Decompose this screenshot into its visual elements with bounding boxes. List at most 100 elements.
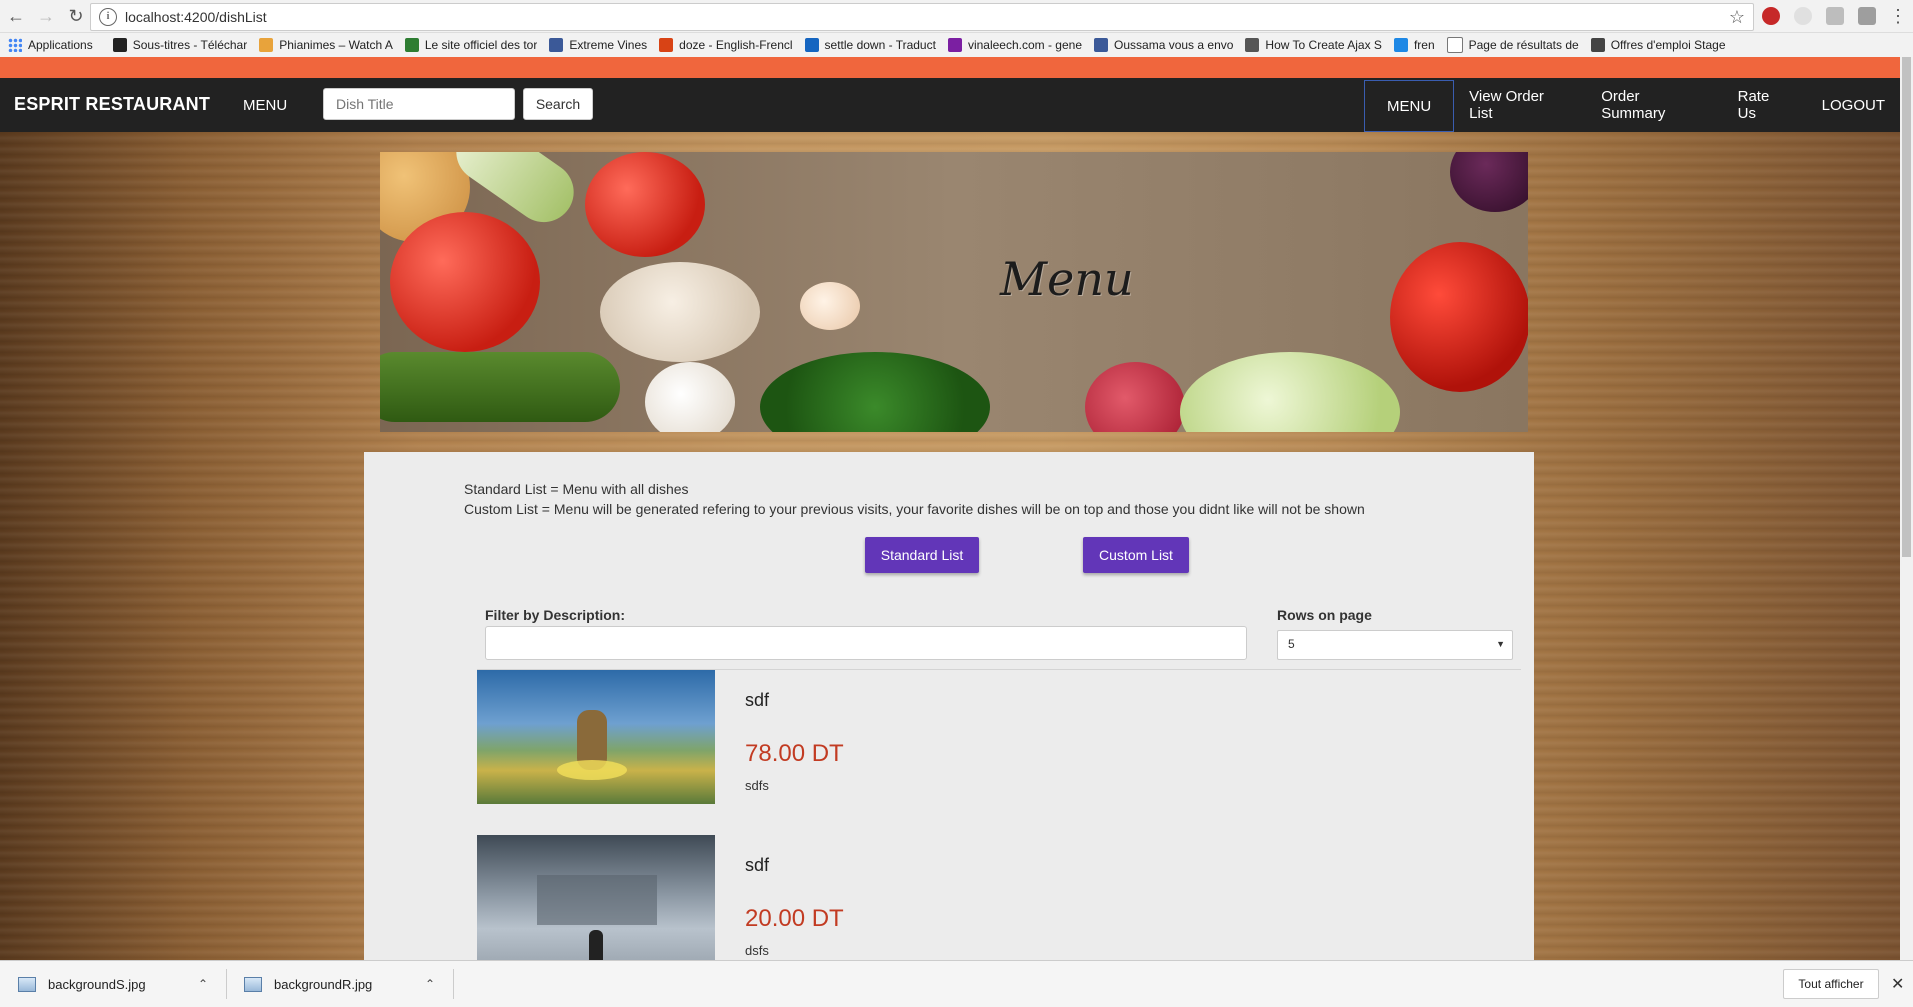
- nav-menu-link[interactable]: MENU: [243, 97, 287, 114]
- dish-thumbnail[interactable]: [477, 670, 715, 804]
- bookmark-item[interactable]: doze - English-Frencl: [659, 38, 793, 52]
- download-filename: backgroundR.jpg: [274, 976, 373, 992]
- standard-list-button[interactable]: Standard List: [865, 537, 979, 573]
- search-button[interactable]: Search: [523, 88, 593, 120]
- dish-thumbnail[interactable]: [477, 835, 715, 969]
- nav-link-order-list[interactable]: View Order List: [1454, 78, 1586, 132]
- info-icon[interactable]: i: [99, 8, 117, 26]
- rows-per-page-select[interactable]: 5 ▼: [1277, 630, 1513, 660]
- custom-list-description: Custom List = Menu will be generated ref…: [464, 501, 1365, 517]
- accent-strip: [0, 57, 1913, 78]
- page-icon: [1446, 37, 1463, 53]
- page-scrollbar[interactable]: [1900, 57, 1913, 960]
- image-file-icon: [18, 976, 36, 992]
- bookmarks-bar: Applications Sous-titres - Téléchar Phia…: [0, 33, 1913, 57]
- bookmark-star-icon[interactable]: ☆: [1729, 7, 1745, 28]
- garlic-image: [800, 282, 860, 330]
- bookmark-item[interactable]: settle down - Traduct: [804, 38, 936, 52]
- dish-list-item[interactable]: sdf 78.00 DT sdfs: [477, 670, 1521, 804]
- download-item[interactable]: backgroundS.jpg: [18, 961, 146, 1007]
- bookmark-favicon-icon: [1245, 38, 1260, 52]
- facebook-icon: [1094, 38, 1109, 52]
- dish-search-input[interactable]: [323, 88, 515, 120]
- adblock-icon[interactable]: [1762, 7, 1780, 25]
- bookmark-item[interactable]: Oussama vous a envo: [1094, 38, 1233, 52]
- standard-list-description: Standard List = Menu with all dishes: [464, 481, 689, 497]
- divider: [453, 969, 454, 999]
- pepper-image: [1390, 242, 1528, 392]
- bookmark-favicon-icon: [259, 38, 274, 52]
- extension-icon[interactable]: [1794, 7, 1812, 25]
- back-icon[interactable]: ←: [2, 2, 30, 30]
- dish-description: dsfs: [745, 943, 769, 958]
- dish-price: 20.00 DT: [745, 905, 844, 932]
- rows-on-page-label: Rows on page: [1277, 607, 1372, 623]
- download-filename: backgroundS.jpg: [48, 976, 146, 992]
- tomato-image: [585, 152, 705, 257]
- brand-title[interactable]: ESPRIT RESTAURANT: [14, 94, 210, 115]
- url-text: localhost:4200/dishList: [125, 9, 267, 25]
- chrome-menu-icon[interactable]: ⋮: [1884, 2, 1912, 30]
- bookmark-item[interactable]: Le site officiel des tor: [404, 38, 537, 52]
- forward-icon[interactable]: →: [32, 2, 60, 30]
- rows-per-page-value: 5: [1288, 637, 1295, 651]
- dish-price: 78.00 DT: [745, 740, 844, 767]
- bookmark-favicon-icon: [1590, 38, 1605, 52]
- top-navbar: ESPRIT RESTAURANT MENU Search MENU View …: [0, 78, 1900, 132]
- custom-list-button[interactable]: Custom List: [1083, 537, 1189, 573]
- bookmark-item[interactable]: fren: [1393, 38, 1435, 52]
- bookmark-item[interactable]: Page de résultats de: [1446, 37, 1579, 53]
- menu-banner-image: Menu: [380, 152, 1528, 432]
- dish-description: sdfs: [745, 778, 769, 793]
- bookmark-favicon-icon: [112, 38, 127, 52]
- dish-list-panel: Standard List = Menu with all dishes Cus…: [364, 452, 1534, 969]
- nav-link-rate-us[interactable]: Rate Us: [1723, 78, 1807, 132]
- downloads-bar: backgroundS.jpg ⌃ backgroundR.jpg ⌃ Tout…: [0, 960, 1913, 1007]
- wordreference-icon: [659, 38, 674, 52]
- address-bar[interactable]: i localhost:4200/dishList ☆: [90, 3, 1754, 31]
- herbs-image: [760, 352, 990, 432]
- dish-list-item[interactable]: sdf 20.00 DT dsfs: [477, 835, 1521, 969]
- building-silhouette-image: [537, 875, 657, 925]
- filter-label: Filter by Description:: [485, 607, 626, 623]
- bookmark-item[interactable]: Applications: [28, 38, 93, 52]
- cabbage-image: [1180, 352, 1400, 432]
- chevron-up-icon[interactable]: ⌃: [425, 977, 435, 991]
- radish-image: [1085, 362, 1185, 432]
- nav-right-links: MENU View Order List Order Summary Rate …: [1364, 78, 1900, 132]
- bookmark-favicon-icon: [1393, 38, 1408, 52]
- close-icon[interactable]: ✕: [1891, 974, 1904, 994]
- facebook-icon: [549, 38, 564, 52]
- glow-image: [557, 760, 627, 780]
- tomato-image: [390, 212, 540, 352]
- bookmark-item[interactable]: How To Create Ajax S: [1245, 38, 1382, 52]
- browser-toolbar: ← → ↻ i localhost:4200/dishList ☆ ⋮: [0, 0, 1913, 33]
- eggplant-image: [1450, 152, 1528, 212]
- chevron-down-icon: ▼: [1496, 639, 1505, 649]
- bookmark-item[interactable]: Sous-titres - Téléchar: [112, 38, 247, 52]
- nav-link-order-summary[interactable]: Order Summary: [1586, 78, 1722, 132]
- bookmark-favicon-icon: [947, 38, 962, 52]
- nav-link-menu[interactable]: MENU: [1364, 80, 1455, 132]
- bookmark-item[interactable]: Extreme Vines: [549, 38, 647, 52]
- list-description: Standard List = Menu with all dishes Cus…: [464, 479, 1365, 519]
- bookmark-item[interactable]: vinaleech.com - gene: [947, 38, 1082, 52]
- bookmark-favicon-icon: [404, 38, 419, 52]
- mushroom-image: [600, 262, 760, 362]
- apps-grid-icon[interactable]: [8, 38, 22, 52]
- scrollbar-thumb[interactable]: [1902, 57, 1911, 557]
- show-all-downloads-button[interactable]: Tout afficher: [1783, 969, 1879, 999]
- image-file-icon: [244, 976, 262, 992]
- divider: [226, 969, 227, 999]
- reload-icon[interactable]: ↻: [62, 2, 90, 30]
- cucumber-image: [380, 352, 620, 422]
- garlic-image: [645, 362, 735, 432]
- chevron-up-icon[interactable]: ⌃: [198, 977, 208, 991]
- nav-link-logout[interactable]: LOGOUT: [1807, 78, 1900, 132]
- download-arrow-icon[interactable]: [1858, 7, 1876, 25]
- download-item[interactable]: backgroundR.jpg: [244, 961, 372, 1007]
- bookmark-item[interactable]: Phianimes – Watch A: [259, 38, 393, 52]
- bookmark-item[interactable]: Offres d'emploi Stage: [1590, 38, 1726, 52]
- inbox-icon[interactable]: [1826, 7, 1844, 25]
- filter-description-input[interactable]: [485, 626, 1247, 660]
